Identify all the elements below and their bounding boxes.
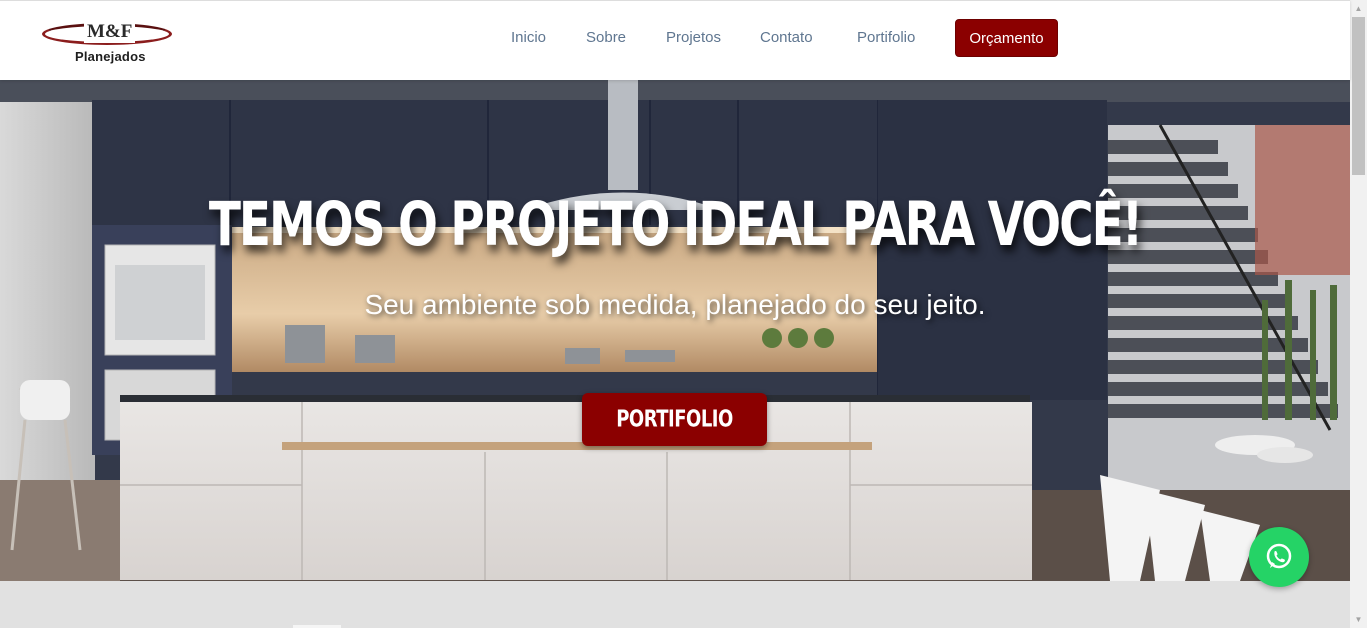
scrollbar-thumb[interactable]	[1352, 17, 1365, 175]
nav-link-projetos[interactable]: Projetos	[666, 28, 721, 48]
page: M&F Planejados Inicio Sobre Projetos Con…	[0, 0, 1350, 628]
nav-link-sobre[interactable]: Sobre	[586, 28, 626, 48]
kitchen-background-image	[0, 80, 1350, 581]
portifolio-button-label: PORTIFOLIO	[616, 405, 733, 434]
nav-link-contato[interactable]: Contato	[760, 28, 813, 48]
scroll-up-arrow[interactable]: ▲	[1350, 0, 1367, 17]
logo-name: Planejados	[75, 49, 146, 64]
whatsapp-button[interactable]	[1249, 527, 1309, 587]
logo-mark: M&F	[84, 21, 136, 43]
portifolio-button[interactable]: PORTIFOLIO	[582, 393, 767, 446]
next-section	[0, 581, 1350, 628]
hero-section: TEMOS O PROJETO IDEAL PARA VOCÊ! Seu amb…	[0, 80, 1350, 581]
scrollbar[interactable]: ▲ ▼	[1350, 0, 1367, 628]
whatsapp-icon	[1266, 543, 1292, 569]
hero-subtitle: Seu ambiente sob medida, planejado do se…	[364, 289, 986, 320]
nav-link-inicio[interactable]: Inicio	[511, 28, 546, 48]
nav-link-portifolio[interactable]: Portifolio	[857, 28, 915, 48]
orcamento-button[interactable]: Orçamento	[955, 19, 1058, 57]
site-header: M&F Planejados Inicio Sobre Projetos Con…	[0, 0, 1350, 80]
brand-logo[interactable]: M&F Planejados	[40, 15, 180, 71]
hero-title: TEMOS O PROJETO IDEAL PARA VOCÊ!	[208, 190, 1143, 261]
scroll-down-arrow[interactable]: ▼	[1350, 611, 1367, 628]
